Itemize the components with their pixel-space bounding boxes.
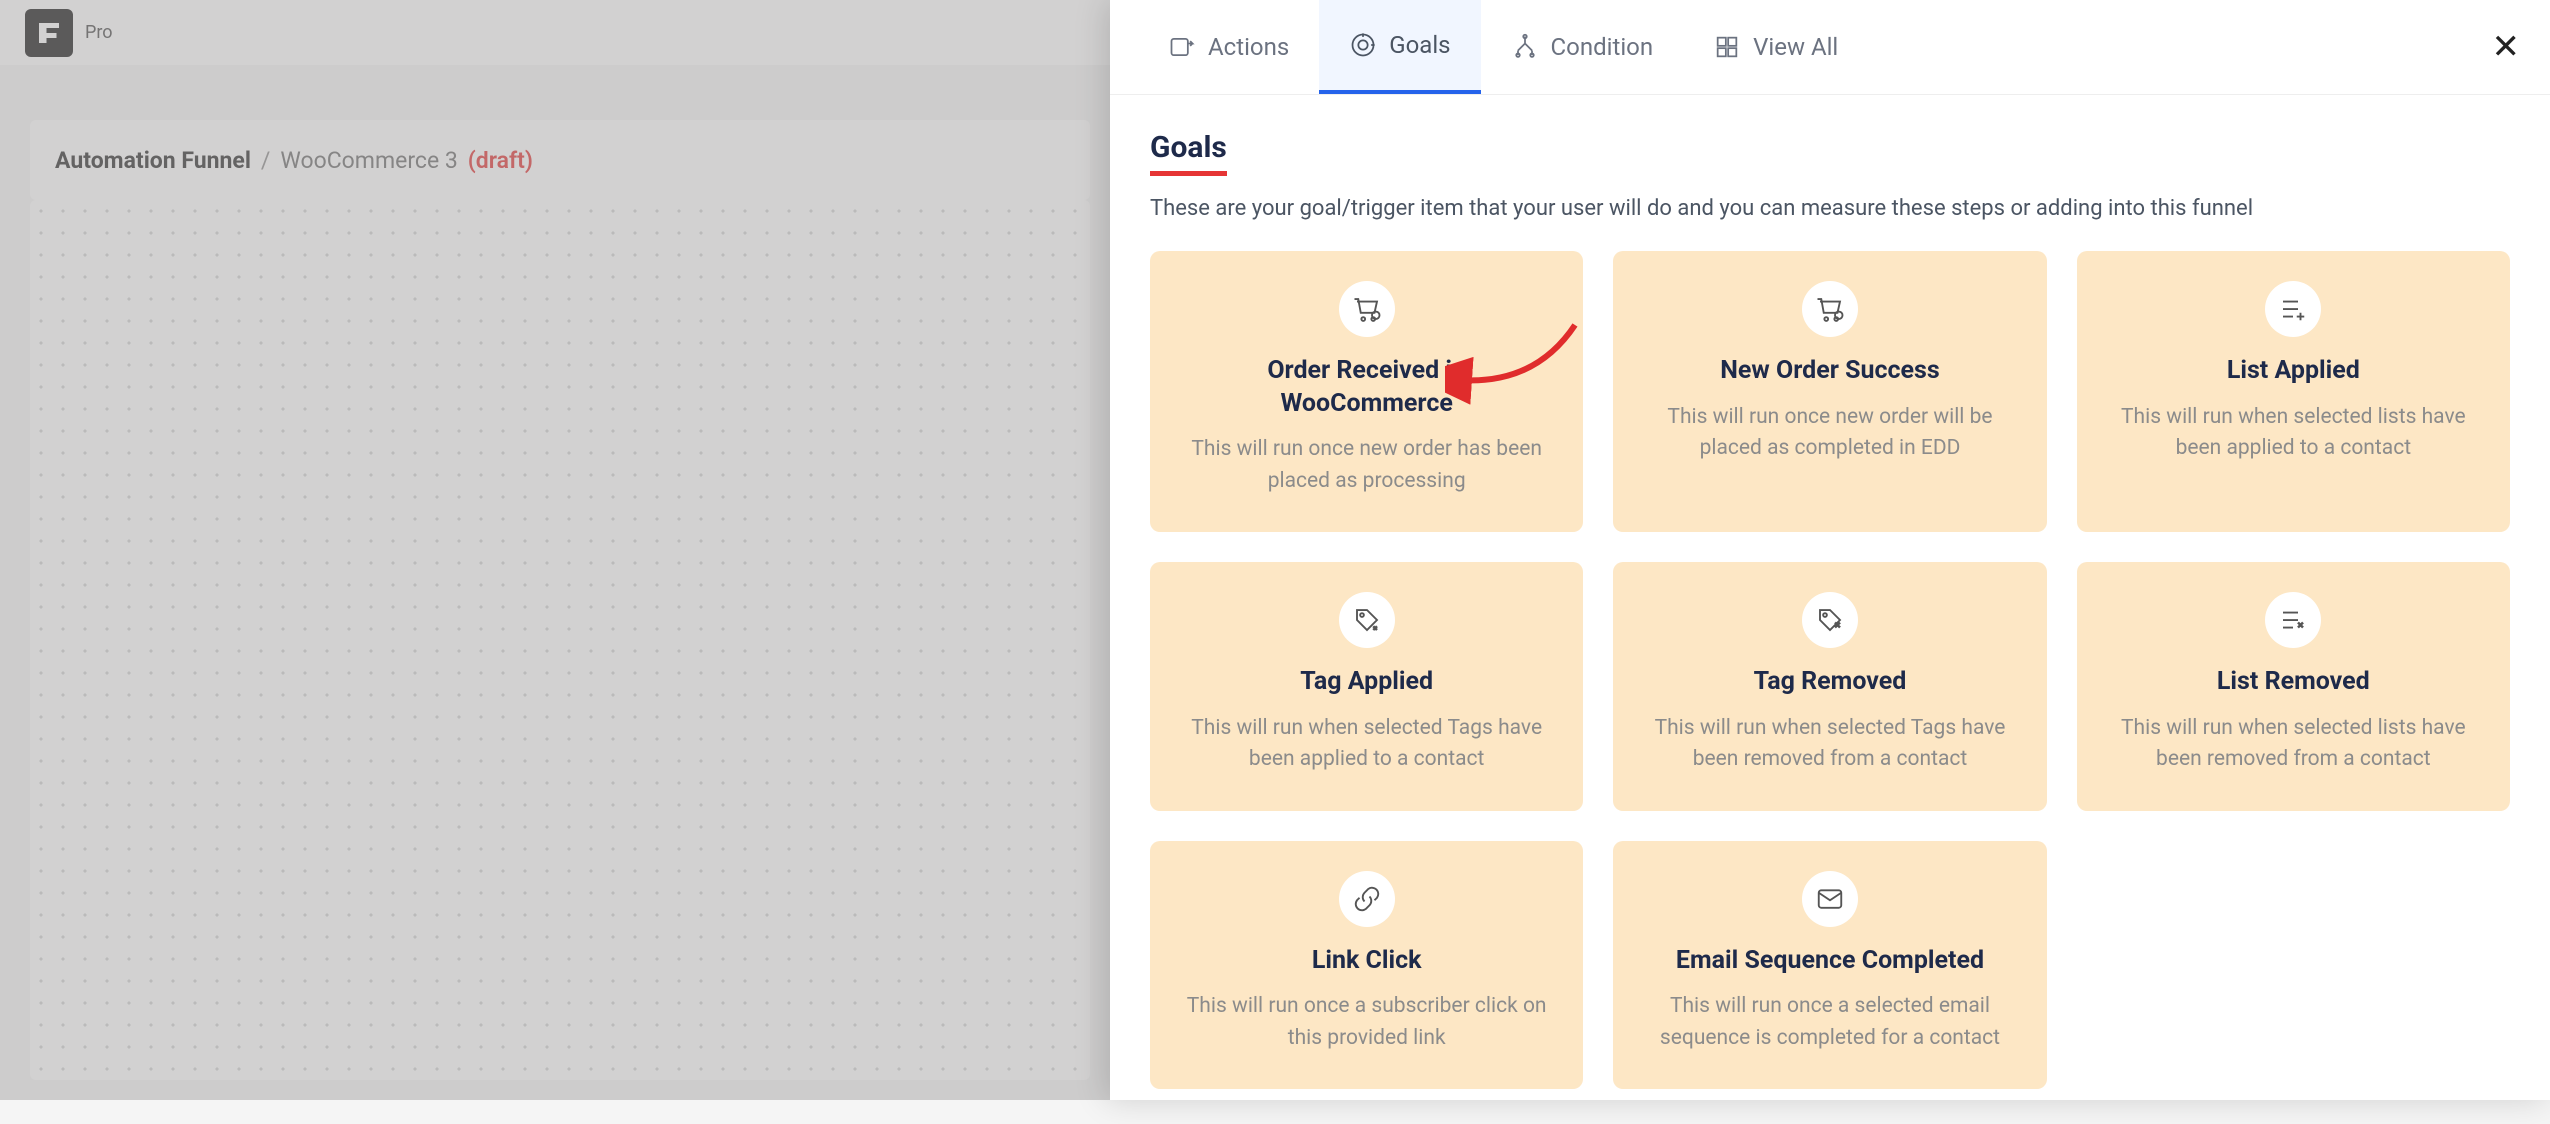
card-description: This will run once a selected email sequ… [1643,991,2016,1054]
condition-icon [1511,33,1539,61]
cart-icon [1339,281,1395,337]
tab-condition[interactable]: Condition [1481,0,1684,94]
card-title: List Removed [2217,666,2370,699]
goal-card-email-completed[interactable]: Email Sequence Completed This will run o… [1613,841,2046,1090]
card-title: Link Click [1312,945,1422,978]
tag-add-icon [1339,592,1395,648]
card-title: New Order Success [1720,355,1939,388]
card-title: Tag Removed [1754,666,1907,699]
panel-body: Goals These are your goal/trigger item t… [1110,95,2550,1124]
panel-description: These are your goal/trigger item that yo… [1150,196,2510,221]
list-add-icon [2265,281,2321,337]
tab-view-all[interactable]: View All [1683,0,1868,94]
goal-icon [1349,31,1377,59]
panel-tabs: Actions Goals Condition View All ✕ [1110,0,2550,95]
action-icon [1168,33,1196,61]
goal-card-tag-applied[interactable]: Tag Applied This will run when selected … [1150,562,1583,811]
card-description: This will run once new order has been pl… [1180,434,1553,497]
card-description: This will run when selected lists have b… [2107,402,2480,465]
goal-card-order-woocommerce[interactable]: Order Received in WooCommerce This will … [1150,251,1583,532]
goal-card-link-click[interactable]: Link Click This will run once a subscrib… [1150,841,1583,1090]
card-description: This will run once a subscriber click on… [1180,991,1553,1054]
card-title: Order Received in WooCommerce [1180,355,1553,420]
tab-label: Actions [1208,33,1289,61]
email-icon [1802,871,1858,927]
modal-backdrop[interactable] [0,0,1110,1100]
goal-card-tag-removed[interactable]: Tag Removed This will run when selected … [1613,562,2046,811]
tab-label: Goals [1389,31,1450,59]
tab-label: Condition [1551,33,1654,61]
goal-cards-grid: Order Received in WooCommerce This will … [1150,251,2510,1089]
tab-actions[interactable]: Actions [1138,0,1319,94]
card-description: This will run once new order will be pla… [1643,402,2016,465]
side-panel: Actions Goals Condition View All ✕ Goals… [1110,0,2550,1100]
card-description: This will run when selected lists have b… [2107,713,2480,776]
tag-remove-icon [1802,592,1858,648]
card-description: This will run when selected Tags have be… [1180,713,1553,776]
tab-label: View All [1753,33,1838,61]
card-title: Email Sequence Completed [1676,945,1984,978]
close-button[interactable]: ✕ [2492,30,2521,64]
list-remove-icon [2265,592,2321,648]
card-title: Tag Applied [1300,666,1433,699]
goal-card-list-applied[interactable]: List Applied This will run when selected… [2077,251,2510,532]
link-icon [1339,871,1395,927]
goal-card-list-removed[interactable]: List Removed This will run when selected… [2077,562,2510,811]
goal-card-new-order[interactable]: New Order Success This will run once new… [1613,251,2046,532]
card-description: This will run when selected Tags have be… [1643,713,2016,776]
tab-goals[interactable]: Goals [1319,0,1480,94]
panel-title: Goals [1150,130,1227,176]
card-title: List Applied [2227,355,2360,388]
cart-icon [1802,281,1858,337]
grid-icon [1713,33,1741,61]
